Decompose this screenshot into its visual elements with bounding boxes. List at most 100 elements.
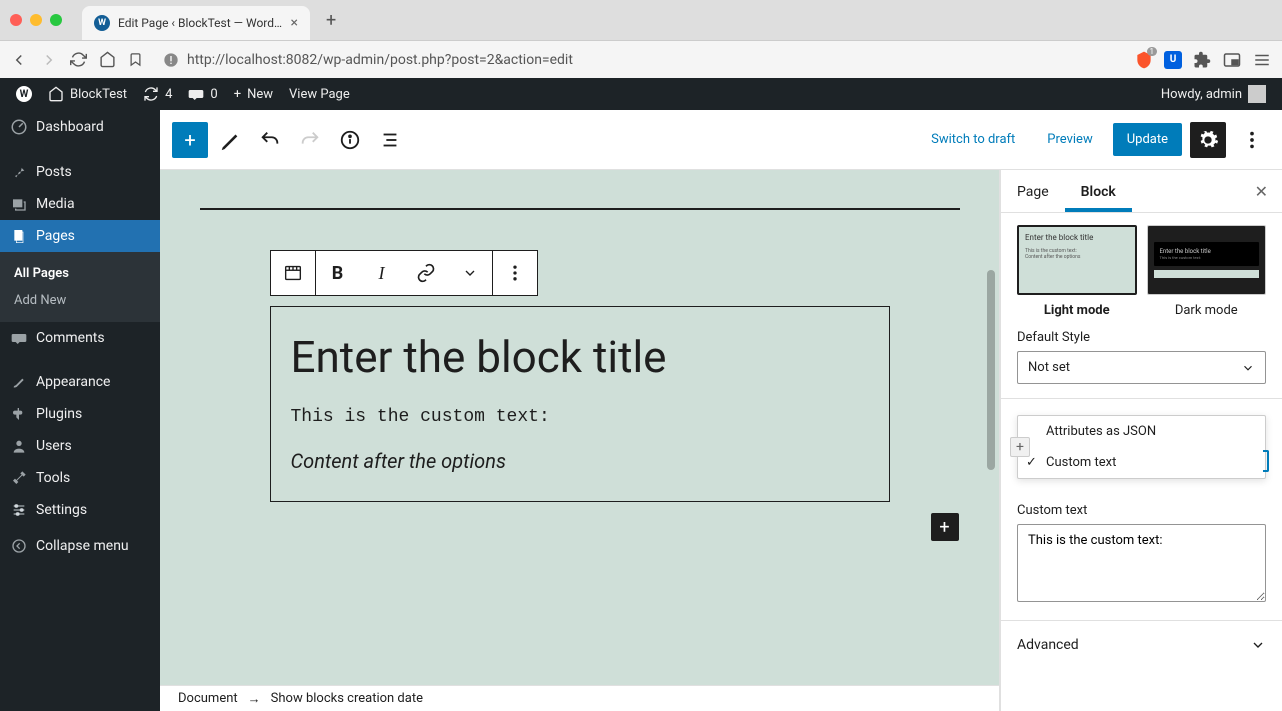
wrench-icon (10, 470, 28, 486)
collapse-menu[interactable]: Collapse menu (0, 530, 160, 562)
submenu-all-pages[interactable]: All Pages (0, 260, 160, 287)
collapse-icon (10, 538, 28, 554)
add-block-button[interactable]: + (172, 122, 208, 158)
breadcrumb-root[interactable]: Document (178, 691, 238, 706)
url-text: http://localhost:8082/wp-admin/post.php?… (187, 52, 573, 68)
info-button[interactable] (332, 122, 368, 158)
sidebar-item-comments[interactable]: Comments (0, 322, 160, 354)
not-secure-icon (163, 52, 179, 68)
updates-menu[interactable]: 4 (135, 78, 180, 110)
update-button[interactable]: Update (1113, 123, 1182, 156)
title-separator (200, 208, 960, 210)
wordpress-favicon-icon: W (94, 15, 110, 31)
reload-button[interactable] (70, 51, 87, 68)
block-editor: + Switch to draft Preview Update (160, 110, 1282, 711)
sidebar-item-plugins[interactable]: Plugins (0, 398, 160, 430)
more-rich-text-button[interactable] (448, 251, 492, 295)
wp-admin-bar: W BlockTest 4 0 +New View Page Howdy, ad… (0, 78, 1282, 110)
sidebar-item-users[interactable]: Users (0, 430, 160, 462)
pin-icon (10, 164, 28, 180)
italic-button[interactable]: I (360, 251, 404, 295)
avatar (1248, 85, 1266, 103)
minimize-window-icon[interactable] (30, 14, 42, 26)
maximize-window-icon[interactable] (50, 14, 62, 26)
sidebar-item-settings[interactable]: Settings (0, 494, 160, 526)
editor-canvas[interactable]: B I Enter the block title This is the cu… (160, 170, 1000, 711)
sidebar-item-appearance[interactable]: Appearance (0, 366, 160, 398)
menu-button[interactable] (1252, 50, 1272, 70)
selected-block[interactable]: Enter the block title This is the custom… (270, 306, 890, 502)
sidebar-item-posts[interactable]: Posts (0, 156, 160, 188)
sidebar-item-pages[interactable]: Pages (0, 220, 160, 252)
view-page-link[interactable]: View Page (281, 78, 358, 110)
default-style-select[interactable]: Not set (1017, 351, 1266, 384)
bold-button[interactable]: B (316, 251, 360, 295)
url-field[interactable]: http://localhost:8082/wp-admin/post.php?… (155, 48, 1122, 72)
tab-page[interactable]: Page (1001, 170, 1065, 212)
block-appender-button[interactable]: + (931, 513, 959, 541)
scrollbar[interactable] (987, 270, 995, 470)
pages-icon (10, 228, 28, 244)
tools-button[interactable] (212, 122, 248, 158)
pip-icon[interactable] (1222, 50, 1242, 70)
redo-button[interactable] (292, 122, 328, 158)
extensions-button[interactable] (1192, 50, 1212, 70)
option-custom-text[interactable]: ✓Custom text (1018, 447, 1265, 478)
breadcrumb-current[interactable]: Show blocks creation date (271, 691, 423, 706)
browser-chrome: W Edit Page ‹ BlockTest — WordPr × + htt… (0, 0, 1282, 78)
block-options-button[interactable] (493, 251, 537, 295)
close-tab-icon[interactable]: × (291, 15, 298, 31)
style-light-mode[interactable]: Enter the block title This is the custom… (1017, 225, 1137, 318)
switch-to-draft-button[interactable]: Switch to draft (919, 124, 1027, 155)
tab-title: Edit Page ‹ BlockTest — WordPr (118, 16, 283, 30)
home-button[interactable] (99, 51, 116, 68)
media-icon (10, 196, 28, 212)
focus-indicator (1263, 450, 1269, 472)
check-icon: ✓ (1026, 455, 1037, 470)
options-popover: + Attributes as JSON ✓Custom text (1017, 415, 1266, 479)
shield-icon[interactable]: 1 (1134, 50, 1154, 70)
block-type-button[interactable] (271, 251, 315, 295)
block-after-content: Content after the options (291, 449, 869, 473)
option-attributes-json[interactable]: Attributes as JSON (1018, 416, 1265, 447)
close-inspector-button[interactable]: ✕ (1241, 182, 1282, 201)
back-button[interactable] (10, 51, 28, 69)
preview-button[interactable]: Preview (1035, 124, 1104, 155)
forward-button[interactable] (40, 51, 58, 69)
new-content-menu[interactable]: +New (226, 78, 281, 110)
outline-button[interactable] (372, 122, 408, 158)
settings-button[interactable] (1190, 122, 1226, 158)
close-window-icon[interactable] (10, 14, 22, 26)
more-options-button[interactable] (1234, 122, 1270, 158)
window-controls[interactable] (10, 14, 62, 26)
chevron-down-icon (1250, 637, 1266, 653)
link-button[interactable] (404, 251, 448, 295)
style-dark-mode[interactable]: Enter the block title This is the custom… (1147, 225, 1267, 318)
wp-logo-menu[interactable]: W (8, 78, 40, 110)
undo-button[interactable] (252, 122, 288, 158)
extension-icon[interactable]: U (1164, 51, 1182, 69)
sidebar-item-tools[interactable]: Tools (0, 462, 160, 494)
bookmark-button[interactable] (128, 51, 143, 68)
dashboard-icon (10, 118, 28, 136)
tab-block[interactable]: Block (1065, 170, 1132, 212)
custom-text-label: Custom text (1017, 503, 1266, 518)
admin-sidebar: Dashboard Posts Media Pages All Pages Ad… (0, 110, 160, 711)
custom-text-input[interactable] (1017, 524, 1266, 602)
style-thumb-dark: Enter the block title This is the custom… (1147, 225, 1267, 295)
browser-tab[interactable]: W Edit Page ‹ BlockTest — WordPr × (82, 6, 310, 40)
block-toolbar: B I (270, 250, 538, 296)
sidebar-item-dashboard[interactable]: Dashboard (0, 110, 160, 144)
user-menu[interactable]: Howdy, admin (1153, 78, 1274, 110)
sliders-icon (10, 502, 28, 518)
plug-icon (10, 406, 28, 422)
new-tab-button[interactable]: + (318, 10, 344, 31)
submenu-add-new[interactable]: Add New (0, 287, 160, 314)
block-title[interactable]: Enter the block title (291, 331, 869, 383)
sidebar-item-media[interactable]: Media (0, 188, 160, 220)
comments-menu[interactable]: 0 (180, 78, 225, 110)
site-name-menu[interactable]: BlockTest (40, 78, 135, 110)
extension-icons: 1 U (1134, 50, 1272, 70)
advanced-panel[interactable]: Advanced (1001, 620, 1282, 669)
block-styles: Enter the block title This is the custom… (1001, 213, 1282, 322)
